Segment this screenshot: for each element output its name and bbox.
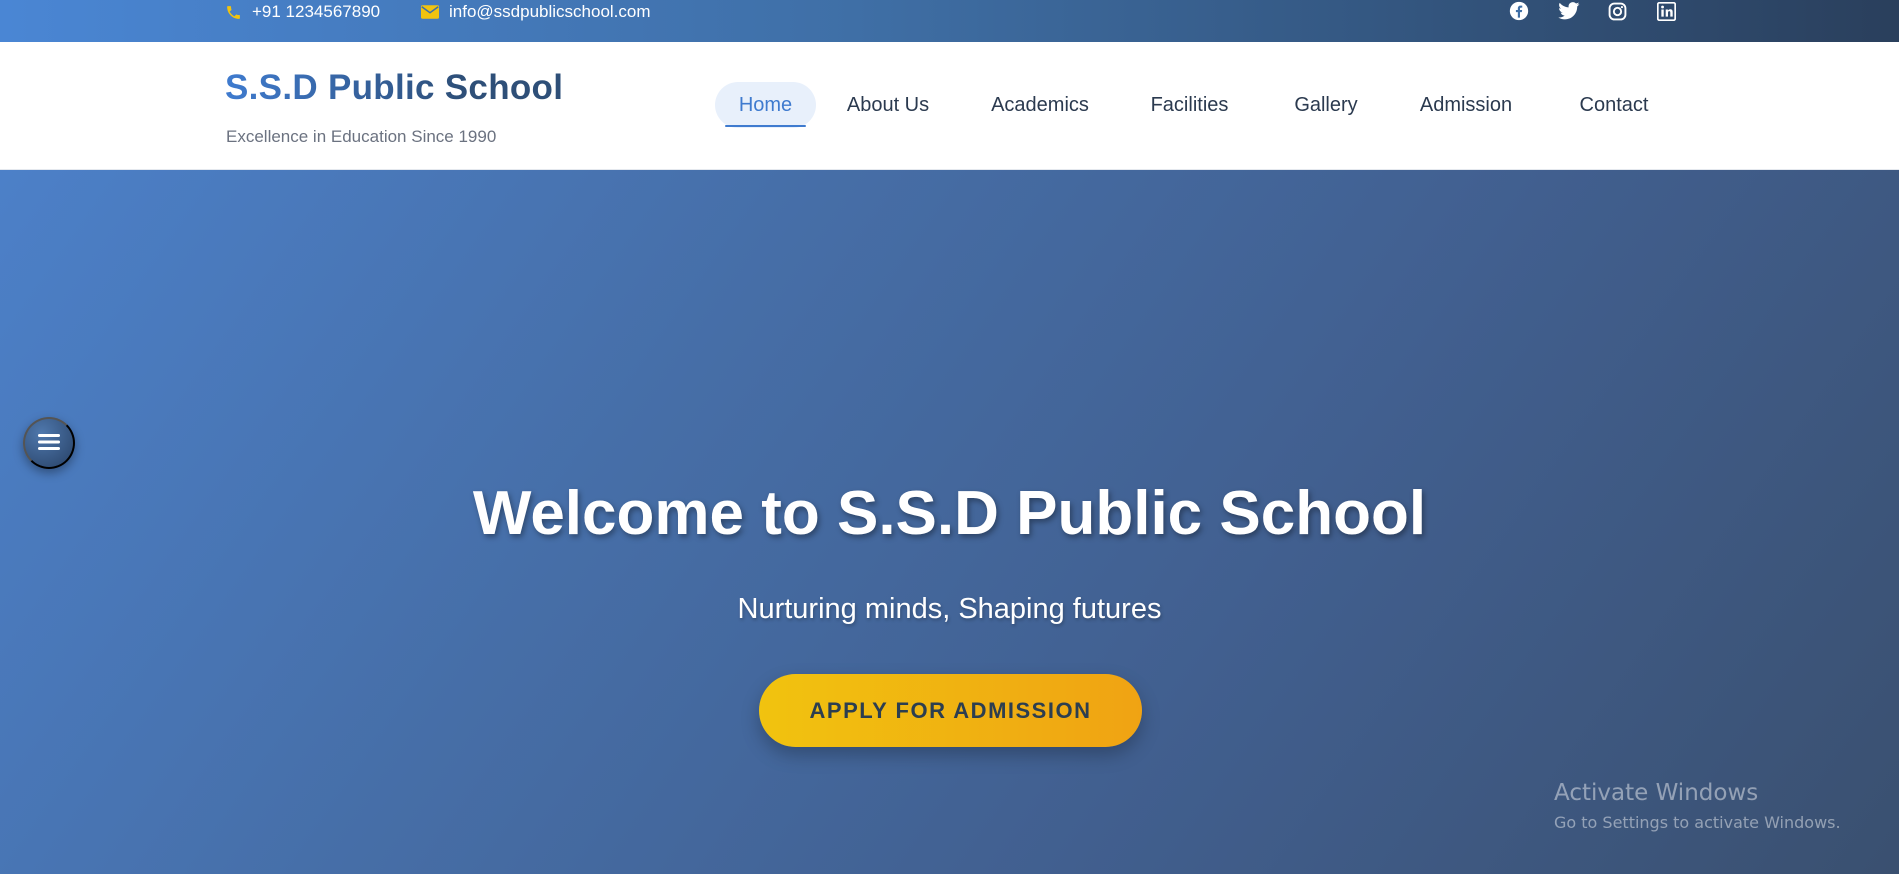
- site-header: S.S.D Public School Excellence in Educat…: [0, 42, 1899, 170]
- nav-item-contact[interactable]: Contact: [1565, 82, 1663, 128]
- phone-number: +91 1234567890: [252, 2, 381, 21]
- hero-subtitle: Nurturing minds, Shaping futures: [737, 593, 1162, 625]
- twitter-icon[interactable]: [1558, 1, 1580, 21]
- hero-section: Welcome to S.S.D Public School Nurturing…: [0, 170, 1899, 874]
- school-tagline: Excellence in Education Since 1990: [226, 127, 497, 146]
- email-contact[interactable]: info@ssdpublicschool.com: [421, 2, 651, 22]
- email-address: info@ssdpublicschool.com: [449, 2, 651, 21]
- activate-windows-watermark-title: Activate Windows: [1554, 780, 1759, 806]
- nav-item-admission[interactable]: Admission: [1409, 82, 1523, 128]
- school-name-logo[interactable]: S.S.D Public School: [225, 68, 563, 108]
- nav-item-home[interactable]: Home: [715, 82, 816, 128]
- hamburger-menu-button[interactable]: [23, 417, 75, 469]
- instagram-icon[interactable]: [1608, 1, 1627, 21]
- envelope-icon: [421, 5, 439, 19]
- apply-for-admission-button[interactable]: APPLY FOR ADMISSION: [759, 674, 1142, 747]
- hero-title: Welcome to S.S.D Public School: [472, 479, 1427, 548]
- phone-icon: [225, 4, 242, 21]
- activate-windows-watermark-subtitle: Go to Settings to activate Windows.: [1554, 813, 1841, 832]
- phone-contact[interactable]: +91 1234567890: [225, 2, 380, 22]
- linkedin-icon[interactable]: [1657, 1, 1676, 21]
- facebook-icon[interactable]: [1509, 1, 1529, 21]
- nav-item-gallery[interactable]: Gallery: [1283, 82, 1369, 128]
- nav-item-about-us[interactable]: About Us: [833, 82, 943, 128]
- hamburger-menu-icon: [38, 433, 60, 454]
- nav-item-academics[interactable]: Academics: [983, 82, 1097, 128]
- nav-item-facilities[interactable]: Facilities: [1138, 82, 1241, 128]
- top-contact-bar: +91 1234567890 info@ssdpublicschool.com: [0, 0, 1899, 42]
